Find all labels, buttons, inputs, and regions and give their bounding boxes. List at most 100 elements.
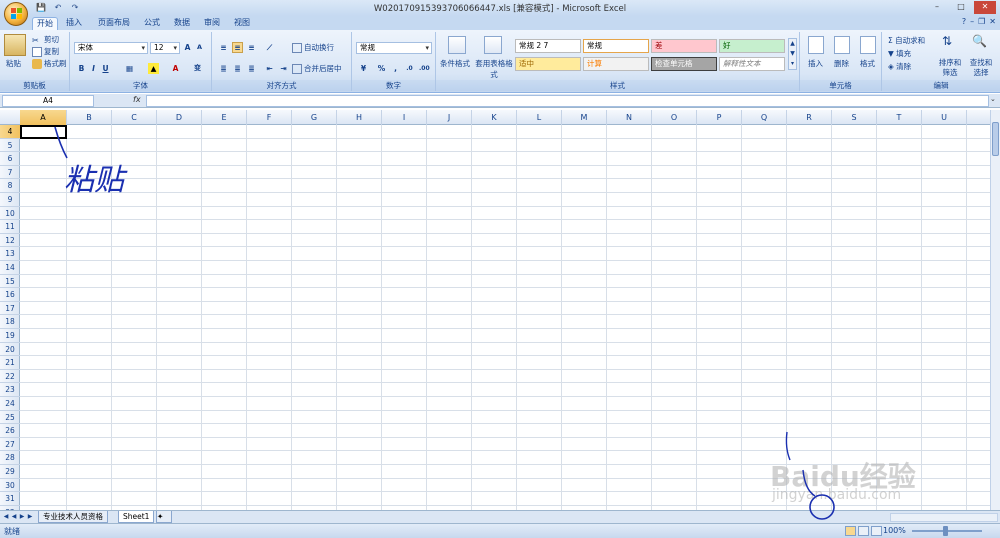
italic-button[interactable]: I xyxy=(88,63,99,74)
column-header-N[interactable]: N xyxy=(607,110,652,125)
decrease-decimal-icon[interactable]: .00 xyxy=(418,63,430,74)
tab-insert[interactable]: 插入 xyxy=(62,17,86,30)
column-header-D[interactable]: D xyxy=(157,110,202,125)
active-cell[interactable] xyxy=(20,125,67,139)
doc-restore-button[interactable]: ❐ xyxy=(978,17,985,26)
sheet-tab-sheet1[interactable]: Sheet1 xyxy=(118,511,155,523)
row-header-10[interactable]: 10 xyxy=(0,207,20,221)
row-header-8[interactable]: 8 xyxy=(0,179,20,193)
name-box[interactable]: A4 xyxy=(2,95,94,107)
minimize-button[interactable]: – xyxy=(926,1,948,14)
align-left-icon[interactable]: ≣ xyxy=(218,63,229,74)
align-bottom-icon[interactable]: ≡ xyxy=(246,42,257,53)
formula-input[interactable] xyxy=(146,95,989,107)
column-header-O[interactable]: O xyxy=(652,110,697,125)
font-color-icon[interactable]: A xyxy=(170,63,181,74)
grow-font-button[interactable]: A xyxy=(182,42,193,53)
row-header-23[interactable]: 23 xyxy=(0,383,20,397)
style-bad[interactable]: 差 xyxy=(651,39,717,53)
insert-cells-icon[interactable] xyxy=(808,36,824,54)
row-header-30[interactable]: 30 xyxy=(0,479,20,493)
delete-cells-button[interactable]: 删除 xyxy=(834,58,849,69)
paste-button[interactable]: 粘贴 xyxy=(6,58,21,69)
expand-formula-icon[interactable]: ⌄ xyxy=(990,95,999,107)
table-format-button[interactable]: 套用表格格式 xyxy=(474,58,514,80)
conditional-format-icon[interactable] xyxy=(448,36,466,54)
row-header-21[interactable]: 21 xyxy=(0,356,20,370)
find-select-button[interactable]: 查找和选择 xyxy=(967,58,995,78)
font-size-combo[interactable]: 12 xyxy=(150,42,180,54)
format-cells-button[interactable]: 格式 xyxy=(860,58,875,69)
row-header-16[interactable]: 16 xyxy=(0,288,20,302)
align-middle-icon[interactable]: ≡ xyxy=(232,42,243,53)
fill-button[interactable]: ▼ 填充 xyxy=(888,48,911,59)
style-normal-27[interactable]: 常规 2 7 xyxy=(515,39,581,53)
vertical-scroll-thumb[interactable] xyxy=(992,122,999,156)
cell-area[interactable] xyxy=(20,125,990,510)
close-button[interactable]: ✕ xyxy=(974,1,996,14)
table-format-icon[interactable] xyxy=(484,36,502,54)
row-header-31[interactable]: 31 xyxy=(0,492,20,506)
style-explanatory[interactable]: 解释性文本 xyxy=(719,57,785,71)
autosum-button[interactable]: Σ 自动求和 xyxy=(888,35,925,46)
insert-sheet-icon[interactable]: ✦ xyxy=(156,511,172,523)
align-top-icon[interactable]: ≡ xyxy=(218,42,229,53)
office-button[interactable] xyxy=(4,2,28,26)
horizontal-scrollbar[interactable] xyxy=(890,513,998,522)
column-header-P[interactable]: P xyxy=(697,110,742,125)
borders-icon[interactable]: ▦ xyxy=(124,63,135,74)
column-header-B[interactable]: B xyxy=(67,110,112,125)
doc-minimize-button[interactable]: – xyxy=(970,17,974,26)
column-header-Q[interactable]: Q xyxy=(742,110,787,125)
row-header-12[interactable]: 12 xyxy=(0,234,20,248)
phonetic-button[interactable]: 变 xyxy=(192,63,203,74)
page-break-view-icon[interactable] xyxy=(871,526,882,536)
row-header-28[interactable]: 28 xyxy=(0,451,20,465)
percent-button[interactable]: % xyxy=(376,63,387,74)
conditional-format-button[interactable]: 条件格式 xyxy=(440,58,470,69)
last-sheet-icon[interactable]: ▶ xyxy=(26,512,34,522)
clear-button[interactable]: ◈ 清除 xyxy=(888,61,911,72)
format-painter-button[interactable]: 格式刷 xyxy=(32,58,67,69)
row-header-13[interactable]: 13 xyxy=(0,247,20,261)
tab-home[interactable]: 开始 xyxy=(32,17,58,30)
row-header-27[interactable]: 27 xyxy=(0,438,20,452)
column-header-C[interactable]: C xyxy=(112,110,157,125)
row-header-19[interactable]: 19 xyxy=(0,329,20,343)
row-header-14[interactable]: 14 xyxy=(0,261,20,275)
help-icon[interactable]: ? xyxy=(962,17,966,26)
underline-button[interactable]: U xyxy=(100,63,111,74)
shrink-font-button[interactable]: A xyxy=(194,42,205,53)
row-header-18[interactable]: 18 xyxy=(0,315,20,329)
row-header-4[interactable]: 4 xyxy=(0,125,20,139)
format-cells-icon[interactable] xyxy=(860,36,876,54)
normal-view-icon[interactable] xyxy=(845,526,856,536)
tab-data[interactable]: 数据 xyxy=(170,17,194,30)
style-good[interactable]: 好 xyxy=(719,39,785,53)
page-layout-view-icon[interactable] xyxy=(858,526,869,536)
currency-icon[interactable]: ¥ xyxy=(358,63,369,74)
wrap-text-button[interactable]: 自动换行 xyxy=(292,42,334,53)
column-header-I[interactable]: I xyxy=(382,110,427,125)
row-header-15[interactable]: 15 xyxy=(0,275,20,289)
row-header-22[interactable]: 22 xyxy=(0,370,20,384)
doc-close-button[interactable]: ✕ xyxy=(989,17,996,26)
column-header-K[interactable]: K xyxy=(472,110,517,125)
zoom-slider-thumb[interactable] xyxy=(943,526,948,536)
find-select-icon[interactable]: 🔍 xyxy=(972,35,987,47)
column-header-J[interactable]: J xyxy=(427,110,472,125)
column-header-T[interactable]: T xyxy=(877,110,922,125)
sort-filter-button[interactable]: 排序和筛选 xyxy=(937,58,963,78)
column-header-A[interactable]: A xyxy=(20,110,67,125)
orientation-icon[interactable]: ⟋ xyxy=(264,42,275,53)
tab-view[interactable]: 视图 xyxy=(230,17,254,30)
row-header-9[interactable]: 9 xyxy=(0,193,20,207)
first-sheet-icon[interactable]: ◀ xyxy=(2,512,10,522)
paste-icon[interactable] xyxy=(4,34,26,56)
column-header-F[interactable]: F xyxy=(247,110,292,125)
sort-filter-icon[interactable]: ⇅ xyxy=(942,35,952,47)
column-header-H[interactable]: H xyxy=(337,110,382,125)
next-sheet-icon[interactable]: ▶ xyxy=(18,512,26,522)
align-right-icon[interactable]: ≣ xyxy=(246,63,257,74)
styles-scroll-icon[interactable]: ▲ ▼ ▾ xyxy=(788,38,797,70)
